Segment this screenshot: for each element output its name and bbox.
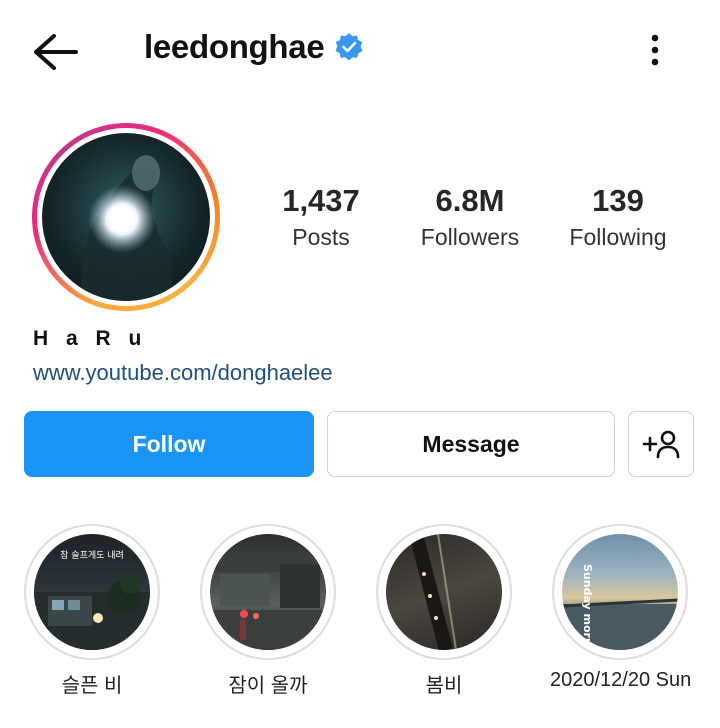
avatar-image bbox=[42, 133, 210, 301]
username-row: leedonghae bbox=[144, 28, 364, 66]
profile-website-link[interactable]: www.youtube.com/donghaelee bbox=[33, 360, 333, 386]
highlight-overlay-text: Sunday morni bbox=[581, 564, 594, 650]
highlight-label: 봄비 bbox=[425, 675, 463, 697]
username: leedonghae bbox=[144, 28, 325, 65]
avatar-photo-icon bbox=[81, 155, 172, 301]
spring-rain-photo-icon bbox=[402, 534, 457, 650]
stat-posts[interactable]: 1,437 Posts bbox=[246, 182, 396, 254]
followers-count: 6.8M bbox=[435, 183, 505, 218]
highlight-label: 잠이 올까 bbox=[228, 675, 308, 697]
highlight-item[interactable]: 봄비 bbox=[374, 524, 514, 698]
highlight-label: 슬픈 비 bbox=[61, 675, 123, 697]
rainy-street-photo-icon bbox=[210, 552, 326, 650]
highlight-item[interactable]: 참 슬프게도 내려 슬픈 비 bbox=[22, 524, 162, 698]
profile-header: leedonghae bbox=[0, 0, 720, 100]
posts-label: Posts bbox=[292, 224, 350, 250]
highlight-cover bbox=[210, 534, 326, 650]
highlight-item[interactable]: 잠이 올까 bbox=[198, 524, 338, 698]
highlight-overlay-text: 참 슬프게도 내려 bbox=[60, 550, 124, 561]
profile-avatar[interactable] bbox=[32, 123, 220, 311]
add-person-icon bbox=[642, 430, 680, 459]
sunday-morning-photo-icon: Sunday morni bbox=[562, 564, 678, 650]
following-count: 139 bbox=[592, 183, 644, 218]
follow-button[interactable]: Follow bbox=[24, 411, 314, 477]
profile-display-name: H a R u bbox=[33, 327, 148, 350]
highlight-cover bbox=[386, 534, 502, 650]
highlight-label: 2020/12/20 Sun bbox=[550, 669, 692, 691]
highlight-cover: 참 슬프게도 내려 bbox=[34, 534, 150, 650]
message-button[interactable]: Message bbox=[327, 411, 615, 477]
suggested-users-button[interactable] bbox=[628, 411, 694, 477]
arrow-left-icon[interactable] bbox=[30, 30, 82, 74]
night-rain-photo-icon: 참 슬프게도 내려 bbox=[34, 550, 150, 650]
highlight-cover: Sunday morni bbox=[562, 534, 678, 650]
stat-following[interactable]: 139 Following bbox=[543, 182, 693, 254]
followers-label: Followers bbox=[420, 224, 520, 250]
verified-badge-icon bbox=[335, 33, 363, 61]
following-label: Following bbox=[569, 224, 667, 250]
highlight-item[interactable]: Sunday morni 2020/12/20 Sun bbox=[550, 524, 692, 692]
stat-followers[interactable]: 6.8M Followers bbox=[395, 182, 545, 254]
more-vertical-icon[interactable] bbox=[640, 30, 670, 70]
posts-count: 1,437 bbox=[282, 183, 360, 218]
